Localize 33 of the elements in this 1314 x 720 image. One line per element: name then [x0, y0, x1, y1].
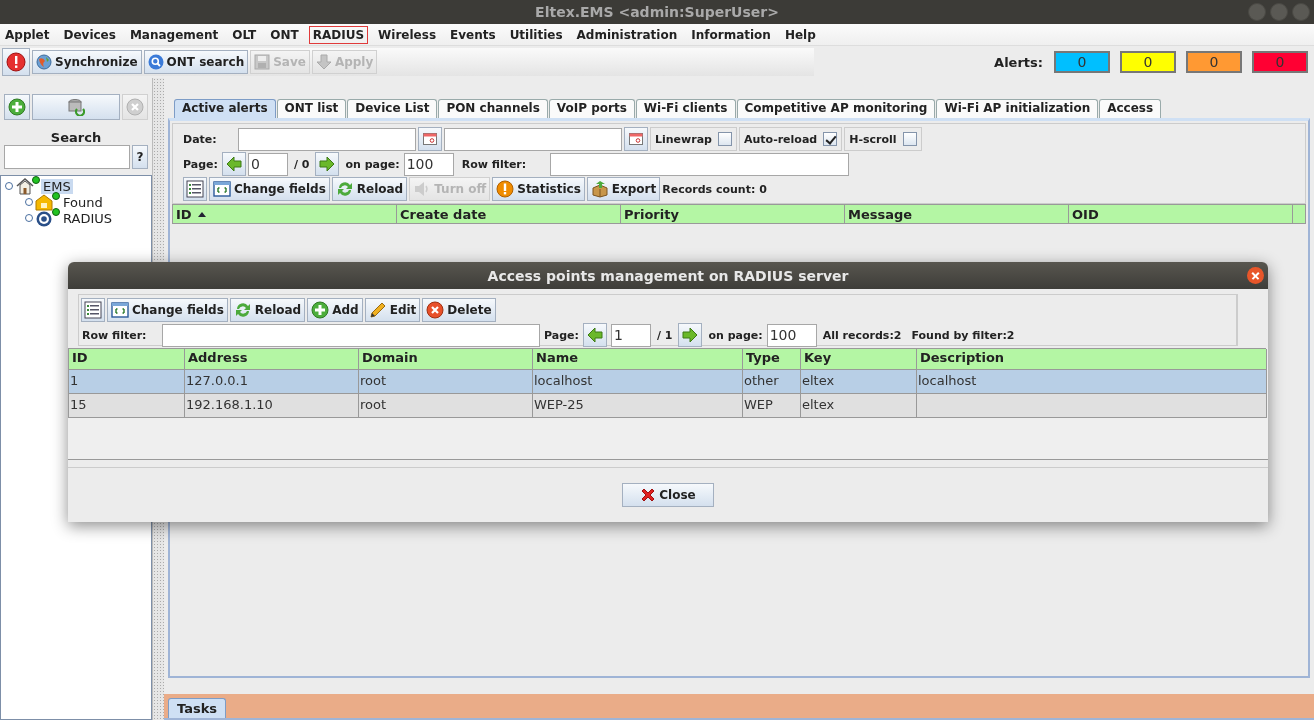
- search-label: Search: [49, 130, 103, 145]
- table-cell: WEP: [743, 394, 801, 418]
- table-cell: eltex: [801, 370, 917, 394]
- found-count: Found by filter:2: [911, 328, 1015, 342]
- row-filter-label: Row filter:: [81, 328, 148, 342]
- alert-counter: 0: [1120, 51, 1176, 73]
- table-cell: 15: [69, 394, 185, 418]
- table-cell: root: [359, 370, 533, 394]
- table-cell: 192.168.1.10: [185, 394, 359, 418]
- page-total: / 0: [293, 157, 310, 171]
- all-records-count: All records:2: [822, 328, 902, 342]
- alerts-label: Alerts:: [994, 54, 1043, 70]
- table-cell: WEP-25: [533, 394, 743, 418]
- alert-counter: 0: [1252, 51, 1308, 73]
- alert-counter: 0: [1054, 51, 1110, 73]
- on-page-label: on page:: [345, 157, 400, 171]
- window-title: Eltex.EMS <admin:SuperUser>: [535, 4, 779, 20]
- date-label: Date:: [183, 132, 218, 146]
- alert-counter: 0: [1186, 51, 1242, 73]
- page-label: Page:: [183, 157, 218, 171]
- table-cell: 127.0.0.1: [185, 370, 359, 394]
- page-total: / 1: [656, 328, 673, 342]
- table-cell: other: [743, 370, 801, 394]
- dialog-title: Access points management on RADIUS server: [487, 267, 849, 284]
- table-cell: eltex: [801, 394, 917, 418]
- table-cell: localhost: [533, 370, 743, 394]
- page-label: Page:: [544, 328, 579, 342]
- table-cell: root: [359, 394, 533, 418]
- table-cell: localhost: [917, 370, 1267, 394]
- row-filter-label: Row filter:: [461, 157, 527, 171]
- records-count: Records count: 0: [662, 182, 767, 196]
- on-page-label: on page:: [708, 328, 763, 342]
- table-cell: 1: [69, 370, 185, 394]
